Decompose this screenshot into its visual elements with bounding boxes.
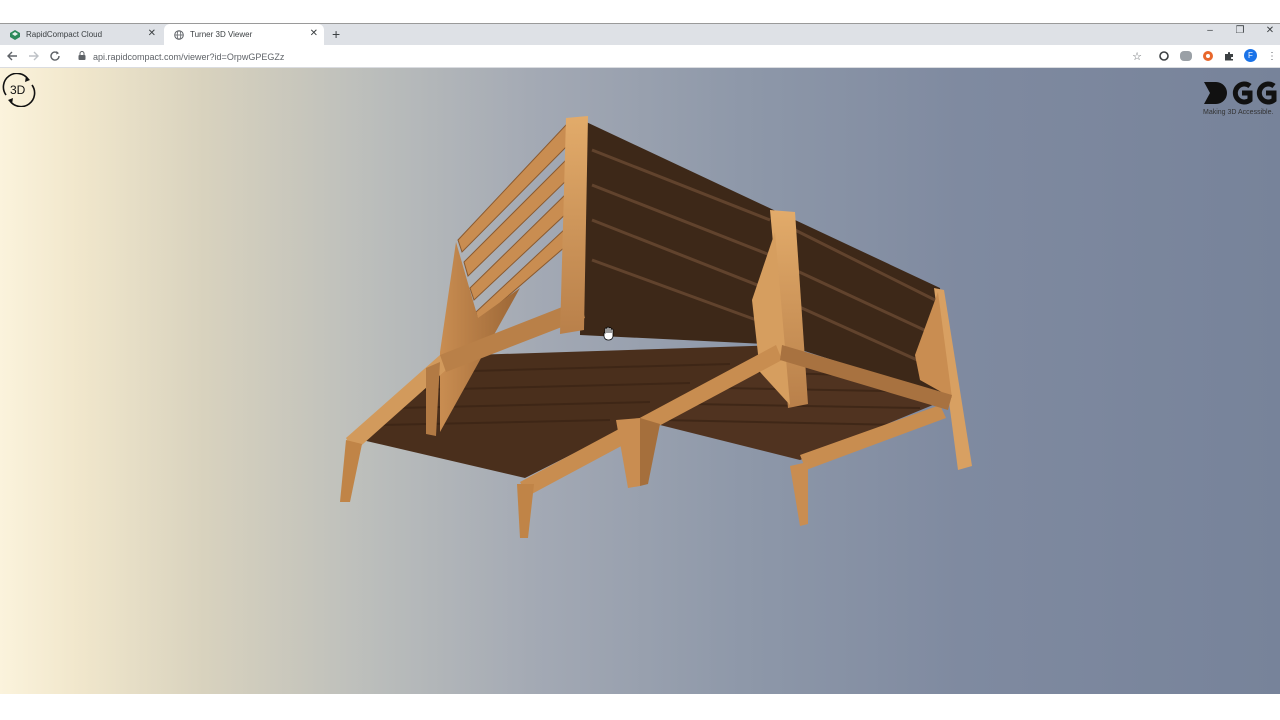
leg-front-center	[517, 484, 534, 538]
extensions-puzzle-icon[interactable]	[1223, 50, 1235, 62]
3d-viewer-canvas[interactable]	[0, 68, 1280, 694]
tab-turner-3d-viewer[interactable]: Turner 3D Viewer ✕	[164, 24, 324, 45]
extension-orange-icon[interactable]	[1202, 50, 1214, 62]
tab-title: Turner 3D Viewer	[190, 30, 253, 39]
3d-mode-badge[interactable]: 3D	[2, 72, 36, 108]
forward-arrow-icon[interactable]	[26, 48, 42, 64]
extension-grey-icon[interactable]	[1180, 50, 1192, 62]
grab-hand-cursor-icon	[603, 326, 614, 341]
browser-toolbar: api.rapidcompact.com/viewer?id=OrpwGPEGZ…	[0, 45, 1280, 68]
close-window-icon[interactable]: ✕	[1260, 25, 1280, 36]
reload-icon[interactable]	[47, 48, 63, 64]
page-bottom-strip	[0, 694, 1280, 720]
restore-icon[interactable]: ❐	[1230, 25, 1250, 36]
close-tab-icon[interactable]: ✕	[310, 28, 318, 40]
rapidcompact-favicon-icon	[10, 29, 20, 40]
back-arrow-icon[interactable]	[4, 48, 20, 64]
globe-icon	[174, 29, 184, 40]
leg-right-front	[790, 462, 808, 526]
leg-center-b	[640, 418, 660, 486]
leg-center	[616, 418, 640, 488]
url-text: api.rapidcompact.com/viewer?id=OrpwGPEGZ…	[93, 51, 285, 62]
leg-front-left	[340, 440, 362, 502]
address-bar[interactable]: api.rapidcompact.com/viewer?id=OrpwGPEGZ…	[70, 47, 1152, 66]
logo-tagline: Making 3D Accessible.	[1203, 109, 1274, 116]
chair-model[interactable]	[0, 68, 1280, 694]
extension-circle-icon[interactable]	[1158, 50, 1170, 62]
profile-avatar[interactable]: F	[1244, 49, 1257, 62]
tab-title: RapidCompact Cloud	[26, 30, 103, 39]
minimize-icon[interactable]: –	[1200, 25, 1220, 36]
bookmark-star-icon[interactable]: ☆	[1131, 50, 1143, 63]
more-menu-icon[interactable]: ⋮	[1266, 50, 1278, 62]
tab-strip: RapidCompact Cloud ✕ Turner 3D Viewer ✕ …	[0, 24, 1280, 45]
window-top-bar	[0, 0, 1280, 24]
new-tab-button[interactable]: +	[332, 26, 340, 42]
lock-icon	[78, 51, 86, 62]
close-tab-icon[interactable]: ✕	[148, 28, 156, 40]
3d-badge-label: 3D	[10, 83, 26, 97]
tab-rapidcompact-cloud[interactable]: RapidCompact Cloud ✕	[0, 24, 162, 45]
